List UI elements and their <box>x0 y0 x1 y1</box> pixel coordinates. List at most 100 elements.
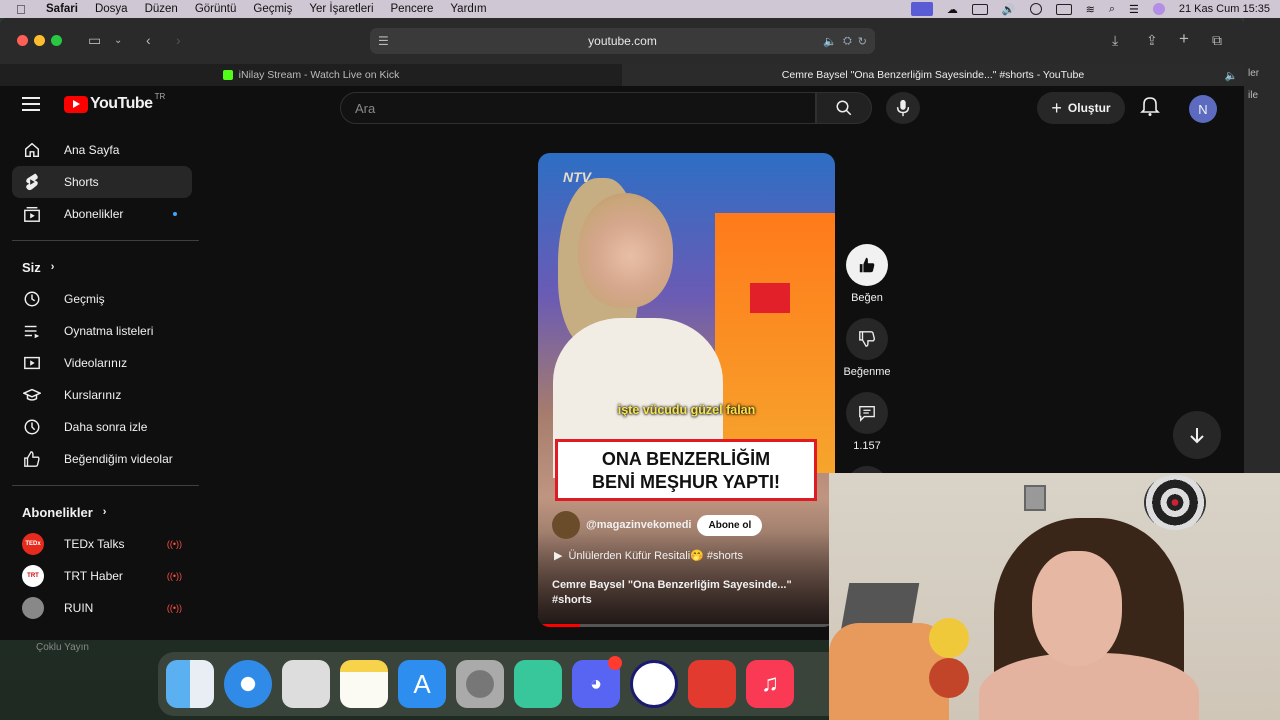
sidebar-channel-trt-haber[interactable]: TRT TRT Haber ((•)) <box>12 560 192 592</box>
search-input[interactable]: Ara <box>340 92 816 124</box>
create-button[interactable]: + Oluştur <box>1037 92 1125 124</box>
teamviewer-app-icon[interactable] <box>630 660 678 708</box>
shorts-icon <box>22 172 42 192</box>
webcam-overlay <box>829 473 1280 720</box>
menu-window[interactable]: Pencere <box>391 3 434 15</box>
app-store-icon[interactable]: A <box>398 660 446 708</box>
photo-booth-app-icon[interactable] <box>688 660 736 708</box>
sidebar-item-subscriptions[interactable]: Abonelikler <box>12 198 192 230</box>
short-hashtag[interactable]: #shorts <box>552 594 592 606</box>
music-app-icon[interactable]: ♫ <box>746 660 794 708</box>
cloud-icon[interactable]: ☁ <box>947 3 958 16</box>
discord-app-icon[interactable]: ◕ <box>572 656 622 708</box>
search-button[interactable] <box>816 92 872 124</box>
audio-icon[interactable]: 🔈 <box>823 35 837 48</box>
tab-kick[interactable]: iNilay Stream - Watch Live on Kick <box>0 64 622 86</box>
tab-audio-icon[interactable]: 🔈 <box>1225 69 1238 82</box>
video-progress-bar[interactable] <box>538 624 835 627</box>
menu-app-name[interactable]: Safari <box>46 3 78 15</box>
address-bar[interactable]: ☰ youtube.com 🔈 ⛭ ↻ <box>370 28 875 54</box>
dislike-action[interactable]: Beğenme <box>838 318 896 378</box>
menubar-clock[interactable]: 21 Kas Cum 15:35 <box>1179 3 1270 15</box>
spotlight-search-icon[interactable]: ⌕ <box>1109 3 1115 16</box>
sidebar-section-you[interactable]: Siz › <box>0 251 200 283</box>
finder-app-icon[interactable] <box>166 660 214 708</box>
dislike-button[interactable] <box>846 318 888 360</box>
back-icon[interactable]: ‹ <box>146 32 151 48</box>
minimize-window-button[interactable] <box>34 35 45 46</box>
menu-history[interactable]: Geçmiş <box>253 3 292 15</box>
channel-handle[interactable]: @magazinvekomedi <box>586 519 691 531</box>
sidebar-item-your-videos[interactable]: Videolarınız <box>12 347 192 379</box>
reload-icon[interactable]: ↻ <box>858 35 867 48</box>
youtube-logo[interactable]: YouTube TR <box>64 92 165 113</box>
forward-icon[interactable]: › <box>176 32 181 48</box>
sidebar-channel-ruin[interactable]: RUIN ((•)) <box>12 592 192 624</box>
sidebar-item-watch-later[interactable]: Daha sonra izle <box>12 411 192 443</box>
zoom-window-button[interactable] <box>51 35 62 46</box>
sidebar-item-shorts[interactable]: Shorts <box>12 166 192 198</box>
siri-icon[interactable] <box>1152 3 1165 15</box>
video-progress-fill <box>538 624 580 627</box>
play-icon[interactable] <box>1029 3 1042 15</box>
channel-avatar: TRT <box>22 565 44 587</box>
volume-icon[interactable]: 🔊 <box>1002 3 1016 16</box>
notes-app-icon[interactable] <box>340 660 388 708</box>
guide-menu-icon[interactable] <box>22 97 40 111</box>
menu-edit[interactable]: Düzen <box>145 3 178 15</box>
youtube-sidebar: Ana Sayfa Shorts Abonelikler Siz › Geçmi… <box>0 134 200 624</box>
sidebar-item-home[interactable]: Ana Sayfa <box>12 134 192 166</box>
short-title[interactable]: Cemre Baysel "Ona Benzerliğim Sayesinde.… <box>552 578 812 608</box>
sidebar-item-label: Beğendiğim videolar <box>64 452 173 466</box>
bell-icon <box>1140 97 1160 116</box>
title-card-line: ONA BENZERLİĞİM <box>601 449 771 469</box>
page-menu-icon[interactable]: ☰ <box>378 34 389 48</box>
battery-icon[interactable] <box>1055 3 1072 15</box>
voice-search-button[interactable] <box>886 92 920 124</box>
system-settings-icon[interactable] <box>456 660 504 708</box>
tab-overview-icon[interactable]: ⧉ <box>1212 32 1222 49</box>
screen-recorder-app-icon[interactable] <box>514 660 562 708</box>
sidebar-item-history[interactable]: Geçmiş <box>12 283 192 315</box>
sidebar-toggle-icon[interactable]: ▭ <box>88 32 101 49</box>
sidebar-item-liked-videos[interactable]: Beğendiğim videolar <box>12 443 192 475</box>
share-icon[interactable]: ⇪ <box>1146 32 1158 49</box>
menu-help[interactable]: Yardım <box>450 3 486 15</box>
menu-view[interactable]: Görüntü <box>195 3 237 15</box>
like-action[interactable]: Beğen <box>838 244 896 304</box>
channel-avatar[interactable] <box>552 511 580 539</box>
courses-icon <box>22 385 42 405</box>
tab-youtube[interactable]: Cemre Baysel "Ona Benzerliğim Sayesinde.… <box>622 64 1244 142</box>
channel-avatar-text: TRT <box>27 573 39 579</box>
wifi-icon[interactable]: ≋ <box>1086 3 1095 16</box>
downloads-icon[interactable]: ⤓ <box>1112 32 1118 49</box>
sidebar-channel-tedx[interactable]: TEDx TEDx Talks ((•)) <box>12 528 192 560</box>
close-window-button[interactable] <box>17 35 28 46</box>
video-backdrop-accent <box>750 283 790 313</box>
account-avatar[interactable]: N <box>1189 95 1217 123</box>
menu-bookmarks[interactable]: Yer İşaretleri <box>309 3 373 15</box>
translate-icon[interactable]: ⛭ <box>843 35 852 48</box>
sidebar-chevron-icon[interactable]: ⌄ <box>114 35 122 46</box>
like-button[interactable] <box>846 244 888 286</box>
screen-share-icon[interactable] <box>910 2 933 16</box>
sidebar-section-subscriptions[interactable]: Abonelikler › <box>0 496 200 528</box>
apple-menu-icon[interactable]:  <box>16 2 32 17</box>
thumbs-up-icon <box>859 257 875 273</box>
sidebar-item-courses[interactable]: Kurslarınız <box>12 379 192 411</box>
youtube-header: YouTube TR Ara + Oluştur N <box>0 86 1244 126</box>
safari-app-icon[interactable] <box>224 660 272 708</box>
comments-action[interactable]: 1.157 <box>838 392 896 452</box>
subscribe-button[interactable]: Abone ol <box>697 514 763 536</box>
launchpad-app-icon[interactable] <box>282 660 330 708</box>
comments-button[interactable] <box>846 392 888 434</box>
menu-file[interactable]: Dosya <box>95 3 128 15</box>
new-tab-icon[interactable]: + <box>1179 29 1189 49</box>
control-center-icon[interactable]: ☰ <box>1129 3 1139 16</box>
notifications-button[interactable] <box>1140 95 1160 122</box>
short-description-row[interactable]: ▶ Ünlülerden Küfür Resitali🤭 #shorts <box>554 549 743 562</box>
display-icon[interactable] <box>971 3 988 15</box>
sidebar-item-playlists[interactable]: Oynatma listeleri <box>12 315 192 347</box>
shorts-player[interactable]: NTV işte vücudu güzel falan ONA BENZERLİ… <box>538 153 835 627</box>
next-short-button[interactable] <box>1173 411 1221 459</box>
